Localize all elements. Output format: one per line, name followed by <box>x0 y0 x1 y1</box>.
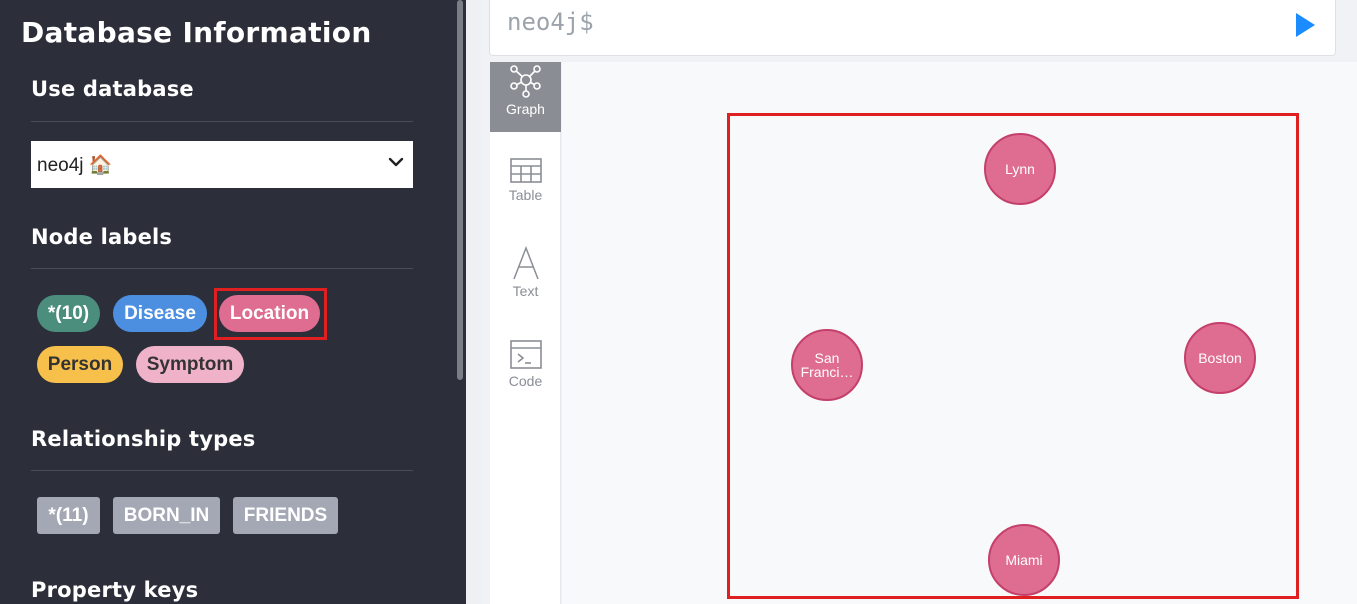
graph-node[interactable]: San Franci… <box>791 329 863 401</box>
divider <box>31 121 413 122</box>
divider <box>31 268 413 269</box>
main-gutter <box>466 0 482 604</box>
database-select-value: neo4j 🏠 <box>37 154 113 176</box>
node-label: Boston <box>1198 350 1242 366</box>
text-icon <box>512 246 539 280</box>
code-icon <box>509 340 542 369</box>
node-label-symptom[interactable]: Symptom <box>136 346 244 383</box>
node-label-all[interactable]: *(10) <box>37 295 100 332</box>
graph-node[interactable]: Boston <box>1184 322 1256 394</box>
node-label: San Franci… <box>800 350 854 380</box>
graph-node[interactable]: Lynn <box>984 133 1056 205</box>
node-label-person[interactable]: Person <box>37 346 123 383</box>
relationship-types-heading: Relationship types <box>31 427 256 451</box>
sidebar-title: Database Information <box>21 16 372 49</box>
tab-text[interactable]: Text <box>490 246 561 306</box>
node-label: Miami <box>1005 552 1043 568</box>
use-database-heading: Use database <box>31 77 194 101</box>
play-icon[interactable] <box>1294 12 1316 38</box>
property-keys-heading: Property keys <box>31 578 199 602</box>
relationship-type-all[interactable]: *(11) <box>37 497 100 534</box>
tab-code-label: Code <box>508 373 543 389</box>
sidebar-scrollbar-thumb[interactable] <box>457 0 463 380</box>
graph-icon <box>509 65 541 98</box>
node-label-disease[interactable]: Disease <box>113 295 207 332</box>
database-select[interactable]: neo4j 🏠 <box>31 141 413 188</box>
result-view-tabs: Graph Table Text Code <box>490 62 561 604</box>
chevron-down-icon <box>388 157 404 167</box>
tab-table[interactable]: Table <box>490 158 561 218</box>
graph-node[interactable]: Miami <box>988 524 1060 596</box>
node-labels-heading: Node labels <box>31 225 173 249</box>
tab-graph-label: Graph <box>506 101 545 117</box>
divider <box>31 470 413 471</box>
relationship-type-born-in[interactable]: BORN_IN <box>113 497 220 534</box>
tab-text-label: Text <box>512 283 539 299</box>
tab-table-label: Table <box>508 187 543 203</box>
location-highlight-box <box>214 288 327 340</box>
table-icon <box>509 158 542 183</box>
query-editor[interactable]: neo4j$ <box>489 0 1336 56</box>
node-label: Lynn <box>1005 161 1035 177</box>
editor-prompt: neo4j$ <box>507 8 594 36</box>
database-info-sidebar: Database Information Use database neo4j … <box>0 0 466 604</box>
relationship-type-friends[interactable]: FRIENDS <box>233 497 338 534</box>
tab-graph[interactable]: Graph <box>490 62 561 132</box>
tab-code[interactable]: Code <box>490 340 561 400</box>
